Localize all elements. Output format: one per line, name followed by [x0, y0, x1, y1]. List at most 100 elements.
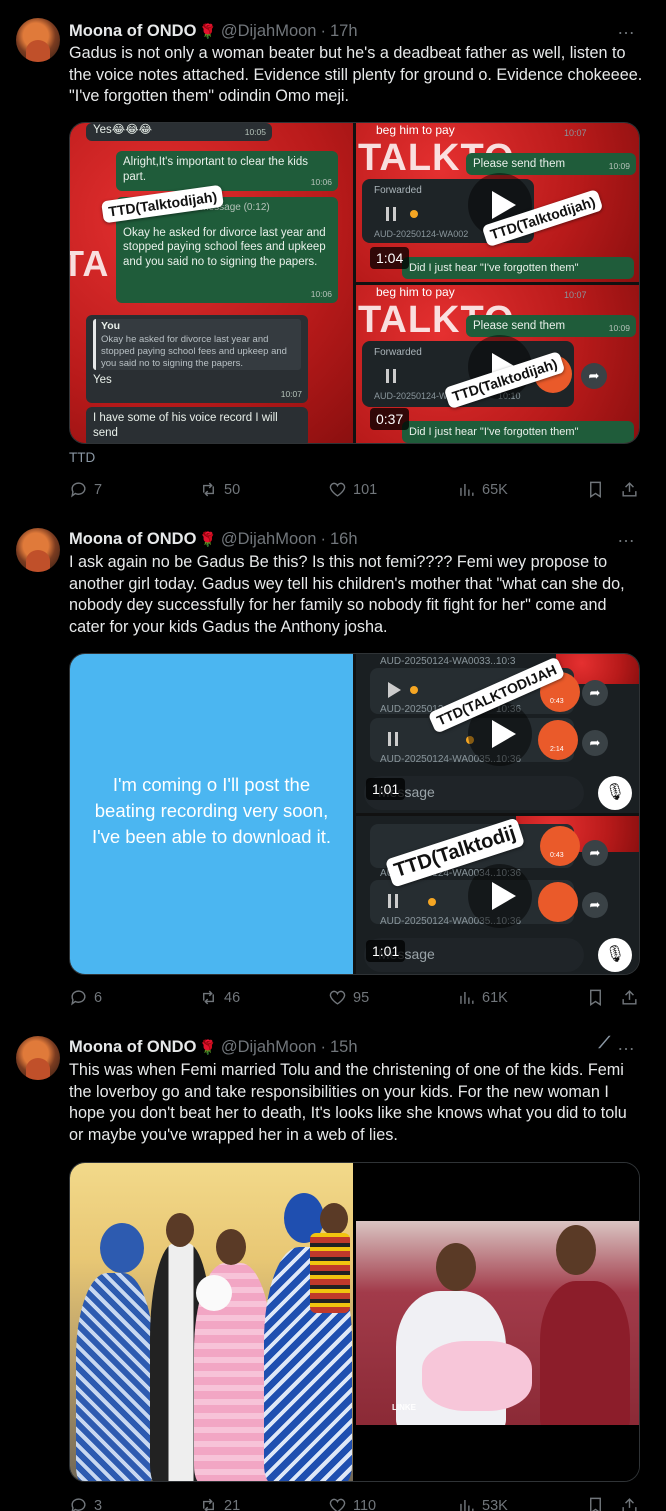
views-button[interactable]: 53K	[457, 1496, 508, 1511]
video-thumbnail-1[interactable]: AUD-20250124-WA0033... 10:3 0:43 ➦ AUD-2…	[356, 654, 639, 813]
chat-time: 10:09	[608, 322, 630, 333]
tweet-media[interactable]: TA Yes😂😂😂 10:05 Alright,It's important t…	[69, 122, 640, 444]
audio-avatar	[538, 720, 578, 760]
christening-photo[interactable]: LINKE	[356, 1221, 639, 1425]
author-name[interactable]: Moona of ONDO	[69, 1038, 196, 1057]
forwarded-label: Forwarded	[374, 185, 422, 196]
action-bar: 6 46 95 61K	[69, 988, 644, 1012]
video-thumbnail-1[interactable]: beg him to pay 10:07 TALKTO Please send …	[356, 123, 639, 282]
pause-icon	[386, 207, 396, 221]
tweet-media[interactable]: I'm coming o I'll post the beating recor…	[69, 653, 640, 975]
reply-button[interactable]: 3	[69, 1496, 102, 1511]
chat-time: 10:06	[310, 288, 332, 299]
share-icon	[622, 482, 637, 497]
chat-message-text: Okay he asked for divorce last year and …	[123, 226, 326, 268]
avatar[interactable]	[16, 1036, 60, 1080]
more-options-icon[interactable]: …	[617, 1034, 636, 1055]
author-handle[interactable]: @DijahMoon	[221, 22, 317, 41]
video-thumbnail-2[interactable]: beg him to pay 10:07 TALKTO Please send …	[356, 285, 639, 443]
person-head	[216, 1229, 246, 1265]
baby-blanket	[422, 1341, 532, 1411]
person-head	[556, 1225, 596, 1275]
like-button[interactable]: 101	[328, 480, 377, 499]
video-thumbnail-2[interactable]: 0:43 ➦ AUD-20250124-WA0034... 10:36 ➦ AU…	[356, 816, 639, 974]
chat-line: beg him to pay	[376, 285, 455, 299]
chat-time: 10:09	[608, 160, 630, 171]
timestamp[interactable]: 15h	[330, 1038, 358, 1057]
more-options-icon[interactable]: …	[617, 18, 636, 39]
play-icon[interactable]	[468, 864, 532, 928]
video-duration: 1:01	[366, 940, 406, 962]
views-icon	[460, 991, 474, 1004]
person-head	[100, 1223, 144, 1273]
repost-button[interactable]: 46	[199, 988, 240, 1007]
chat-screenshot[interactable]: TA Yes😂😂😂 10:05 Alright,It's important t…	[70, 123, 353, 443]
views-button[interactable]: 65K	[457, 480, 508, 499]
mic-icon: 🎙	[598, 938, 632, 972]
tweet-media[interactable]: LINKE	[69, 1162, 640, 1482]
author-handle[interactable]: @DijahMoon	[221, 1038, 317, 1057]
avatar[interactable]	[16, 18, 60, 62]
chat-message-text: Please send them	[473, 320, 566, 332]
views-icon	[460, 483, 474, 496]
tweet-text: This was when Femi married Tolu and the …	[69, 1061, 627, 1144]
rose-icon: 🌹	[199, 22, 217, 39]
bouquet	[196, 1275, 232, 1311]
progress-dot	[410, 210, 418, 218]
share-button[interactable]	[620, 988, 639, 1007]
text-card[interactable]: I'm coming o I'll post the beating recor…	[70, 654, 353, 974]
card-text: I'm coming o I'll post the beating recor…	[91, 774, 332, 847]
share-icon	[622, 1498, 637, 1511]
like-button[interactable]: 95	[328, 988, 369, 1007]
repost-icon	[203, 482, 214, 497]
bookmark-button[interactable]	[586, 1496, 605, 1511]
reply-button[interactable]: 7	[69, 480, 102, 499]
chat-line: beg him to pay	[376, 123, 455, 137]
repost-button[interactable]: 50	[199, 480, 240, 499]
person-head	[320, 1203, 348, 1235]
view-count: 61K	[482, 989, 508, 1006]
reply-button[interactable]: 6	[69, 988, 102, 1007]
forwarded-label: Forwarded	[374, 347, 422, 358]
like-count: 110	[353, 1497, 377, 1511]
pause-icon	[386, 369, 396, 383]
chat-bubble: Did I just hear "I've forgotten them"	[402, 421, 634, 443]
repost-count: 50	[224, 481, 241, 498]
chat-message-text: I have some of his voice record I will s…	[93, 412, 278, 439]
person-figure	[76, 1273, 154, 1481]
quote-author: You	[101, 320, 121, 332]
audio-length: 2:14	[550, 746, 564, 753]
timestamp[interactable]: 17h	[330, 22, 358, 41]
forward-icon: ➦	[582, 730, 608, 756]
media-caption: TTD	[69, 450, 96, 465]
rose-icon: 🌹	[199, 1038, 217, 1055]
chat-message-text: Yes😂😂😂	[93, 124, 153, 136]
wedding-photo[interactable]	[70, 1163, 353, 1481]
audio-length: 0:43	[550, 852, 564, 859]
author-name[interactable]: Moona of ONDO	[69, 22, 196, 41]
video-duration: 1:04	[370, 247, 410, 269]
tweet-1[interactable]: Moona of ONDO 🌹 @DijahMoon · 17h … Gadus…	[0, 0, 666, 520]
watermark-text: TA	[70, 243, 110, 284]
repost-button[interactable]: 21	[199, 1496, 240, 1511]
share-button[interactable]	[620, 1496, 639, 1511]
author-name[interactable]: Moona of ONDO	[69, 530, 196, 549]
play-small-icon	[388, 682, 401, 698]
like-count: 95	[353, 989, 370, 1006]
like-button[interactable]: 110	[328, 1496, 376, 1511]
bookmark-button[interactable]	[586, 988, 605, 1007]
tweet-text: I ask again no be Gadus Be this? Is this…	[69, 553, 625, 636]
forward-icon: ➦	[582, 892, 608, 918]
timestamp[interactable]: 16h	[330, 530, 358, 549]
tweet-3[interactable]: Moona of ONDO 🌹 @DijahMoon · 15h ⟋ … Thi…	[0, 1030, 666, 1511]
avatar[interactable]	[16, 528, 60, 572]
bookmark-icon	[590, 1497, 601, 1511]
tweet-2[interactable]: Moona of ONDO 🌹 @DijahMoon · 16h … I ask…	[0, 520, 666, 1030]
author-handle[interactable]: @DijahMoon	[221, 530, 317, 549]
views-button[interactable]: 61K	[457, 988, 508, 1007]
share-button[interactable]	[620, 480, 639, 499]
grok-icon[interactable]: ⟋	[599, 1035, 610, 1053]
more-options-icon[interactable]: …	[617, 526, 636, 547]
chat-bubble: Alright,It's important to clear the kids…	[116, 151, 338, 191]
bookmark-button[interactable]	[586, 480, 605, 499]
